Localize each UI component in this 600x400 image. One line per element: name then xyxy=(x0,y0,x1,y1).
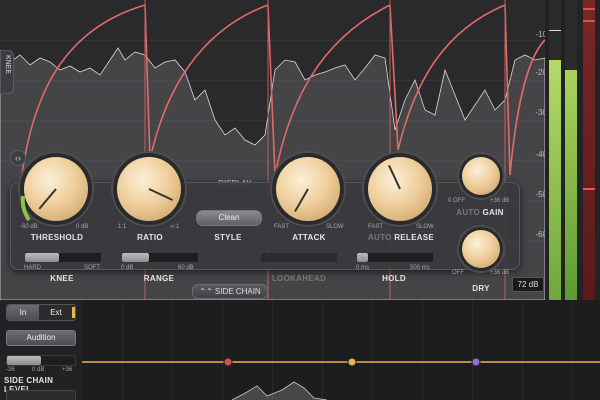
eq-spectrum xyxy=(231,381,328,400)
gain-reduction-meter xyxy=(565,0,577,300)
attack-max: SLOW xyxy=(326,224,344,230)
knob-pointer xyxy=(294,188,309,213)
release-min: FAST xyxy=(368,224,384,230)
release-knob[interactable] xyxy=(368,157,432,221)
knee-slider-fill xyxy=(25,253,60,262)
range-label: RANGE xyxy=(143,274,175,283)
attack-knob[interactable] xyxy=(276,157,340,221)
threshold-arc xyxy=(20,195,31,222)
sidechain-extra-control[interactable] xyxy=(6,390,76,400)
knee-label: KNEE xyxy=(50,274,74,283)
hold-max: 500 ms xyxy=(410,265,430,271)
side-chain-toggle-label: SIDE CHAIN xyxy=(214,287,261,296)
dry-min: OFF xyxy=(452,270,464,276)
sidechain-level-mid: 0 dB xyxy=(32,367,45,373)
side-chain-toggle[interactable]: ⌃⌃ SIDE CHAIN xyxy=(192,284,268,299)
gain-min: 0 OFF xyxy=(448,198,466,204)
knob-pointer xyxy=(388,165,401,190)
sidechain-level-max: +36 xyxy=(62,367,73,373)
ratio-max: ∞:1 xyxy=(170,224,180,230)
release-max: SLOW xyxy=(416,224,434,230)
knee-slider[interactable] xyxy=(24,252,102,263)
eq-band-3-handle xyxy=(471,357,481,367)
threshold-label: THRESHOLD xyxy=(30,233,84,242)
knee-min: HARD xyxy=(24,265,42,271)
knob-pointer xyxy=(148,188,173,201)
chevron-up-icon: ⌃⌃ xyxy=(199,287,215,296)
eq-curve-graph xyxy=(82,357,600,400)
gain-knob[interactable] xyxy=(462,157,500,195)
hold-slider[interactable] xyxy=(356,252,434,263)
dry-knob[interactable] xyxy=(462,230,500,268)
style-label: STYLE xyxy=(214,233,242,242)
hold-label: HOLD xyxy=(382,274,406,283)
lookahead-slider[interactable] xyxy=(260,252,338,263)
sidechain-level-min: -36 xyxy=(6,367,15,373)
range-slider[interactable] xyxy=(121,252,199,263)
hold-min: 0 ms xyxy=(356,265,370,271)
hold-slider-fill xyxy=(357,253,369,262)
knee-side-tab[interactable]: KNEE xyxy=(0,50,14,94)
range-min: 0 dB xyxy=(121,265,134,271)
sidechain-in-button[interactable]: In xyxy=(7,305,39,320)
attack-label: ATTACK xyxy=(292,233,326,242)
ratio-label: RATIO xyxy=(137,233,163,242)
auto-release-toggle[interactable]: AUTO xyxy=(368,233,392,242)
sidechain-source-switch[interactable]: In Ext xyxy=(6,304,76,321)
sidechain-level-fill xyxy=(7,356,41,365)
release-label: RELEASE xyxy=(394,233,435,242)
knob-pointer xyxy=(461,142,500,157)
output-level-readout[interactable]: 72 dB xyxy=(512,277,544,292)
dry-label: DRY xyxy=(472,284,490,293)
attack-min: FAST xyxy=(274,224,290,230)
audition-button[interactable]: Audition xyxy=(6,330,76,346)
knee-tab-label: KNEE xyxy=(4,55,11,75)
eq-band-1-handle xyxy=(223,357,233,367)
threshold-max: 0 dB xyxy=(76,224,89,230)
ratio-knob[interactable] xyxy=(117,157,181,221)
sidechain-level-slider[interactable] xyxy=(6,355,76,366)
release-label-group: AUTO RELEASE xyxy=(356,233,446,242)
style-selector[interactable]: Clean xyxy=(196,210,262,226)
sidechain-eq-display[interactable] xyxy=(82,300,600,400)
eq-band-2-handle xyxy=(347,357,357,367)
sidechain-ext-button[interactable]: Ext xyxy=(40,305,72,320)
output-meter xyxy=(583,0,595,300)
range-slider-fill xyxy=(122,253,149,262)
level-meters xyxy=(545,0,600,300)
threshold-min: -60 dB xyxy=(20,224,38,230)
knee-max: SOFT xyxy=(84,265,100,271)
input-meter xyxy=(549,0,561,300)
gain-max: +36 dB xyxy=(490,198,510,204)
range-max: 60 dB xyxy=(178,265,194,271)
dry-max: +36 dB xyxy=(490,270,510,276)
lookahead-label: LOOKAHEAD xyxy=(271,274,327,283)
ratio-min: 1:1 xyxy=(118,224,127,230)
ext-indicator xyxy=(72,307,75,318)
